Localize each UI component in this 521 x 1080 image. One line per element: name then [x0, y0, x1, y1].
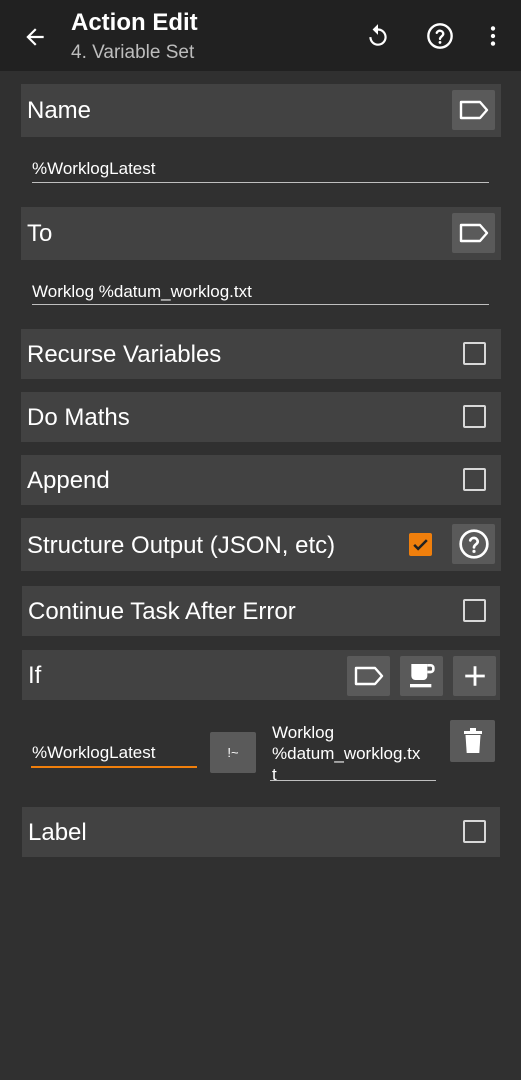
do-maths-row[interactable]: Do Maths: [21, 392, 501, 442]
app-bar: Action Edit 4. Variable Set: [0, 0, 521, 71]
delete-condition-button[interactable]: [450, 720, 495, 762]
structure-output-help-button[interactable]: [452, 524, 495, 564]
plus-icon: [464, 666, 485, 686]
structure-output-checkbox[interactable]: [409, 533, 432, 556]
label-option-label: Label: [28, 819, 87, 846]
condition-operator-button[interactable]: !~: [210, 732, 256, 773]
append-checkbox[interactable]: [463, 468, 486, 491]
to-input-underline: [32, 304, 489, 305]
label-checkbox[interactable]: [463, 820, 486, 843]
more-vert-icon: [490, 26, 496, 46]
trash-icon: [463, 728, 482, 753]
name-label: Name: [27, 97, 92, 124]
undo-icon: [369, 24, 387, 46]
name-variable-tag-button[interactable]: [452, 90, 495, 130]
to-row: To: [21, 207, 501, 260]
recurse-variables-checkbox[interactable]: [463, 342, 486, 365]
label-row[interactable]: Label: [22, 807, 500, 857]
if-label: If: [28, 662, 42, 689]
undo-button[interactable]: [359, 17, 397, 55]
structure-output-label: Structure Output (JSON, etc): [27, 532, 336, 559]
do-maths-checkbox[interactable]: [463, 405, 486, 428]
name-input[interactable]: %WorklogLatest: [32, 159, 155, 179]
append-row[interactable]: Append: [21, 455, 501, 505]
condition-right-operand-underline: [270, 780, 436, 781]
condition-left-operand-underline: [31, 766, 197, 768]
continue-after-error-label: Continue Task After Error: [28, 598, 296, 625]
page-subtitle: 4. Variable Set: [71, 42, 195, 63]
checkmark-icon: [413, 539, 428, 551]
condition-right-operand-line1[interactable]: Worklog: [272, 723, 334, 743]
overflow-menu-button[interactable]: [474, 17, 512, 55]
to-label: To: [27, 220, 53, 247]
name-row: Name: [21, 84, 501, 137]
condition-left-operand-input[interactable]: %WorklogLatest: [32, 743, 155, 763]
condition-right-operand-line3[interactable]: t: [272, 765, 277, 785]
back-arrow-icon: [26, 28, 44, 46]
structure-output-row[interactable]: Structure Output (JSON, etc): [21, 518, 501, 571]
append-label: Append: [27, 467, 110, 494]
if-coffee-button[interactable]: [400, 656, 443, 696]
to-input[interactable]: Worklog %datum_worklog.txt: [32, 282, 252, 302]
do-maths-label: Do Maths: [27, 404, 130, 431]
continue-after-error-row[interactable]: Continue Task After Error: [22, 586, 500, 636]
if-row: If: [22, 650, 500, 700]
label-tag-icon: [354, 666, 383, 686]
continue-after-error-checkbox[interactable]: [463, 599, 486, 622]
help-icon: [427, 23, 453, 49]
recurse-variables-row[interactable]: Recurse Variables: [21, 329, 501, 379]
help-button[interactable]: [421, 17, 459, 55]
recurse-variables-label: Recurse Variables: [27, 341, 222, 368]
label-tag-icon: [459, 223, 488, 243]
coffee-cup-icon: [409, 664, 435, 688]
name-input-underline: [32, 182, 489, 183]
if-variable-tag-button[interactable]: [347, 656, 390, 696]
help-icon: [458, 529, 489, 559]
page-title: Action Edit: [71, 9, 198, 36]
to-variable-tag-button[interactable]: [452, 213, 495, 253]
if-add-condition-button[interactable]: [453, 656, 496, 696]
condition-right-operand-line2[interactable]: %datum_worklog.tx: [272, 744, 420, 764]
label-tag-icon: [459, 100, 488, 120]
back-button[interactable]: [16, 18, 54, 56]
